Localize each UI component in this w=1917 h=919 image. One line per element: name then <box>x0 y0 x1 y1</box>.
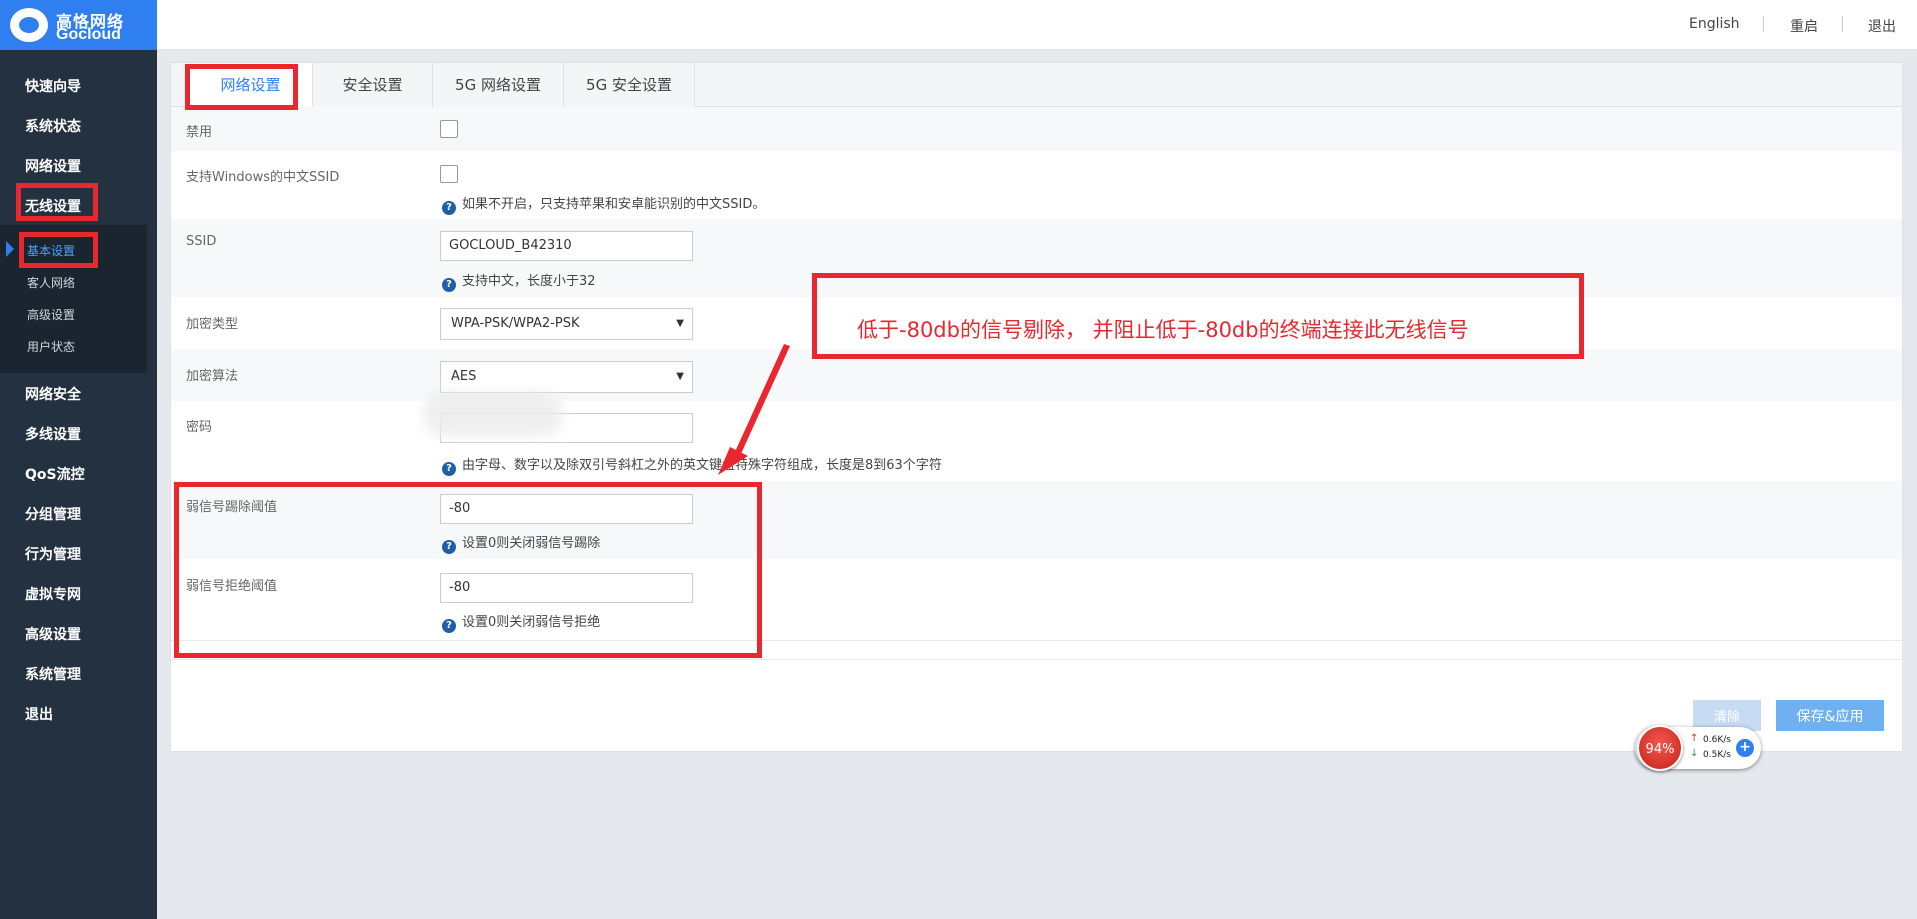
tab-bar: 网络设置 安全设置 5G 网络设置 5G 安全设置 <box>171 63 1902 107</box>
sidebar-item-advanced[interactable]: 高级设置 <box>25 624 81 644</box>
highlight-basic-submenu-box <box>19 232 98 268</box>
highlight-tab-box <box>185 64 298 110</box>
help-icon: ? <box>442 278 456 292</box>
sidebar-item-behavior-mgmt[interactable]: 行为管理 <box>25 544 81 564</box>
highlight-wireless-menu-box <box>16 183 98 221</box>
highlight-threshold-box <box>174 482 762 658</box>
sidebar-item-system-status[interactable]: 系统状态 <box>25 116 81 136</box>
disable-label: 禁用 <box>186 125 213 140</box>
ssid-hint-text: 支持中文，长度小于32 <box>462 274 596 289</box>
password-label: 密码 <box>186 420 213 435</box>
tab-5g-network-settings[interactable]: 5G 网络设置 <box>433 63 564 107</box>
active-pointer-icon <box>6 241 14 257</box>
cn-ssid-hint: ? 如果不开启，只支持苹果和安卓能识别的中文SSID。 <box>442 193 765 215</box>
sidebar-item-qos[interactable]: QoS流控 <box>25 464 85 484</box>
caret-down-icon: ▼ <box>676 371 684 382</box>
annotation-text: 低于-80db的信号剔除， 并阻止低于-80db的终端连接此无线信号 <box>857 318 1469 342</box>
logout-link[interactable]: 退出 <box>1868 16 1896 36</box>
cn-ssid-label: 支持Windows的中文SSID <box>186 170 340 185</box>
password-hint: ? 由字母、数字以及除双引号斜杠之外的英文键盘特殊字符组成，长度是8到63个字符 <box>442 454 942 476</box>
tab-security-settings[interactable]: 安全设置 <box>313 63 433 107</box>
enc-alg-label: 加密算法 <box>186 369 239 384</box>
enc-alg-value: AES <box>451 369 477 384</box>
sidebar-item-multi-wan[interactable]: 多线设置 <box>25 424 81 444</box>
redacted-password-blur <box>423 392 563 436</box>
divider <box>1763 16 1764 32</box>
memory-percent-badge: 94% <box>1637 725 1683 771</box>
brand-name-en: Gocloud <box>56 26 121 43</box>
enc-type-select[interactable]: WPA-PSK/WPA2-PSK ▼ <box>440 308 693 340</box>
sidebar-item-vpn[interactable]: 虚拟专网 <box>25 584 81 604</box>
ssid-input[interactable]: GOCLOUD_B42310 <box>440 231 693 261</box>
tab-5g-security-settings[interactable]: 5G 安全设置 <box>564 63 695 107</box>
disable-checkbox[interactable] <box>440 120 458 138</box>
upload-arrow-icon: ↑ <box>1690 733 1699 744</box>
help-icon: ? <box>442 462 456 476</box>
form-row-cn-ssid: 支持Windows的中文SSID ? 如果不开启，只支持苹果和安卓能识别的中文SS… <box>171 151 1902 219</box>
cn-ssid-hint-text: 如果不开启，只支持苹果和安卓能识别的中文SSID。 <box>462 197 766 212</box>
brand-logo: 高恪网络 Gocloud <box>0 0 157 50</box>
ssid-label: SSID <box>186 234 217 249</box>
help-icon: ? <box>442 201 456 215</box>
sidebar-item-quick-guide[interactable]: 快速向导 <box>25 76 81 96</box>
enc-type-label: 加密类型 <box>186 317 239 332</box>
language-link[interactable]: English <box>1689 16 1740 32</box>
enc-type-value: WPA-PSK/WPA2-PSK <box>451 316 580 331</box>
password-hint-text: 由字母、数字以及除双引号斜杠之外的英文键盘特殊字符组成，长度是8到63个字符 <box>462 458 942 473</box>
sidebar-item-system-mgmt[interactable]: 系统管理 <box>25 664 81 684</box>
enc-alg-select[interactable]: AES ▼ <box>440 361 693 393</box>
sidebar-item-logout[interactable]: 退出 <box>25 704 53 724</box>
submenu-item-user-status[interactable]: 用户状态 <box>27 338 75 355</box>
sidebar-item-network-security[interactable]: 网络安全 <box>25 384 81 404</box>
top-bar: 高恪网络 Gocloud English 重启 退出 <box>0 0 1917 50</box>
sidebar-item-group-mgmt[interactable]: 分组管理 <box>25 504 81 524</box>
reboot-link[interactable]: 重启 <box>1790 16 1818 36</box>
cn-ssid-checkbox[interactable] <box>440 165 458 183</box>
download-arrow-icon: ↓ <box>1690 748 1699 759</box>
upload-speed: 0.6K/s <box>1703 735 1731 745</box>
submenu-item-advanced[interactable]: 高级设置 <box>27 306 75 323</box>
ssid-hint: ? 支持中文，长度小于32 <box>442 270 596 292</box>
download-speed: 0.5K/s <box>1703 750 1731 760</box>
caret-down-icon: ▼ <box>676 318 684 329</box>
plus-icon[interactable]: + <box>1736 739 1754 757</box>
sidebar-item-network-settings[interactable]: 网络设置 <box>25 156 81 176</box>
form-row-disable: 禁用 <box>171 107 1902 151</box>
network-speed-widget[interactable]: 94% ↑ 0.6K/s ↓ 0.5K/s + <box>1635 725 1761 771</box>
cloud-logo-icon <box>10 8 48 42</box>
sidebar: 快速向导 系统状态 网络设置 无线设置 基本设置 客人网络 高级设置 用户状态 … <box>0 50 157 919</box>
submenu-item-guest-network[interactable]: 客人网络 <box>27 274 75 291</box>
save-apply-button[interactable]: 保存&应用 <box>1776 700 1884 731</box>
divider <box>1842 16 1843 32</box>
divider <box>171 659 1902 660</box>
